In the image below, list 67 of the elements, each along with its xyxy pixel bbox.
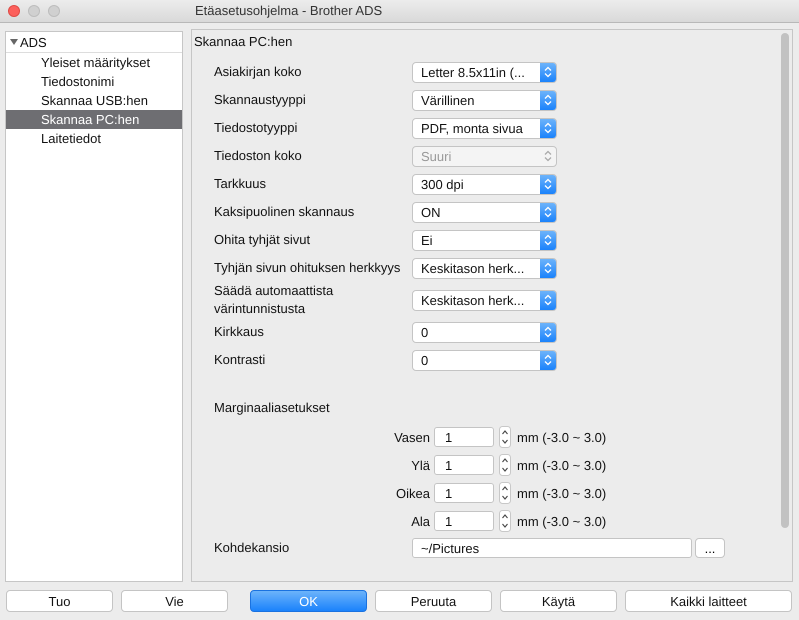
chevrons-icon bbox=[544, 178, 552, 190]
dropdown[interactable]: Letter 8.5x11in (... bbox=[412, 62, 557, 82]
dropdown[interactable]: Ei bbox=[412, 230, 557, 250]
dropdown[interactable]: ON bbox=[412, 202, 557, 222]
setting-label: Tarkkuus bbox=[213, 175, 268, 193]
setting-label: Tiedostotyyppi bbox=[213, 119, 298, 137]
setting-label: Ohita tyhjät sivut bbox=[213, 231, 312, 249]
sidebar-item[interactable]: Skannaa USB:hen bbox=[6, 91, 182, 110]
range-label: mm (-3.0 ~ 3.0) bbox=[517, 458, 606, 472]
sidebar-item[interactable]: Skannaa PC:hen bbox=[6, 110, 182, 129]
footer-button[interactable]: Vie bbox=[121, 590, 228, 612]
footer-button[interactable]: Käytä bbox=[500, 590, 617, 612]
disclosure-triangle-icon bbox=[10, 38, 18, 46]
chevrons-icon bbox=[544, 94, 552, 106]
dropdown[interactable]: PDF, monta sivua bbox=[412, 118, 557, 138]
panel-title: Skannaa PC:hen bbox=[194, 34, 294, 49]
section-title: Marginaaliasetukset bbox=[214, 400, 331, 415]
tree-root-item[interactable]: ADS bbox=[6, 32, 182, 53]
number-field[interactable]: 1 bbox=[434, 483, 494, 503]
number-field[interactable]: 1 bbox=[434, 427, 494, 447]
setting-label: Tyhjän sivun ohituksen herkkyys bbox=[213, 259, 402, 277]
sidebar-item[interactable]: Laitetiedot bbox=[6, 129, 182, 148]
browse-button[interactable]: ... bbox=[695, 538, 725, 558]
chevrons-icon bbox=[544, 66, 552, 78]
range-label: mm (-3.0 ~ 3.0) bbox=[517, 486, 606, 500]
chevrons-icon bbox=[544, 122, 552, 134]
dropdown[interactable]: 0 bbox=[412, 322, 557, 342]
range-label: mm (-3.0 ~ 3.0) bbox=[517, 514, 606, 528]
setting-label: Tiedoston koko bbox=[213, 147, 303, 165]
sidebar-item[interactable]: Yleiset määritykset bbox=[6, 53, 182, 72]
margin-label: Vasen bbox=[393, 430, 431, 444]
chevrons-icon bbox=[544, 354, 552, 366]
window-title: Etäasetusohjelma - Brother ADS bbox=[195, 3, 382, 18]
number-field[interactable]: 1 bbox=[434, 511, 494, 531]
setting-label: Kirkkaus bbox=[213, 323, 265, 341]
dropdown[interactable]: Keskitason herk... bbox=[412, 290, 557, 310]
margin-label: Ala bbox=[410, 514, 431, 528]
stepper-icon[interactable] bbox=[499, 454, 511, 476]
setting-label: Asiakirjan koko bbox=[213, 63, 302, 81]
footer-button[interactable]: Tuo bbox=[6, 590, 113, 612]
stepper-icon[interactable] bbox=[499, 482, 511, 504]
chevrons-icon bbox=[544, 262, 552, 274]
dropdown[interactable]: 0 bbox=[412, 350, 557, 370]
stepper-icon[interactable] bbox=[499, 510, 511, 532]
range-label: mm (-3.0 ~ 3.0) bbox=[517, 430, 606, 444]
chevrons-icon bbox=[544, 294, 552, 306]
dropdown[interactable]: Keskitason herk... bbox=[412, 258, 557, 278]
setting-label: Skannaustyyppi bbox=[213, 91, 307, 109]
stepper-icon[interactable] bbox=[499, 426, 511, 448]
chevrons-icon bbox=[544, 206, 552, 218]
setting-label: Kaksipuolinen skannaus bbox=[213, 203, 356, 221]
chevrons-icon bbox=[544, 150, 552, 162]
setting-label: Kontrasti bbox=[213, 351, 266, 369]
folder-path-field[interactable]: ~/Pictures bbox=[412, 538, 692, 558]
chevrons-icon bbox=[544, 234, 552, 246]
sidebar-item[interactable]: Tiedostonimi bbox=[6, 72, 182, 91]
close-button[interactable] bbox=[8, 5, 20, 17]
margin-label: Ylä bbox=[410, 458, 431, 472]
footer-button[interactable]: Kaikki laitteet bbox=[625, 590, 792, 612]
number-field[interactable]: 1 bbox=[434, 455, 494, 475]
dropdown[interactable]: 300 dpi bbox=[412, 174, 557, 194]
margin-label: Oikea bbox=[395, 486, 431, 500]
footer-button[interactable]: Peruuta bbox=[375, 590, 492, 612]
chevrons-icon bbox=[544, 326, 552, 338]
dropdown[interactable]: Värillinen bbox=[412, 90, 557, 110]
setting-label: Kohdekansio bbox=[213, 539, 290, 557]
setting-label: Säädä automaattista värintunnistusta bbox=[213, 282, 334, 318]
